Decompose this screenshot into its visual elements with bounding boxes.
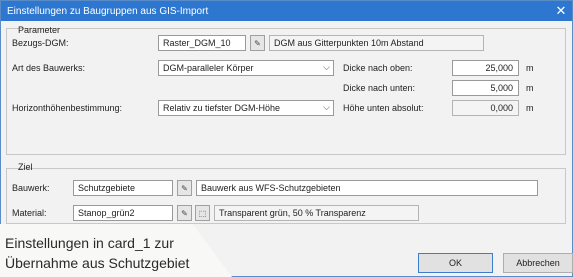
- horizont-label: Horizonthöhenbestimmung:: [12, 103, 123, 113]
- hoehe-unit: m: [526, 103, 534, 113]
- chevron-down-icon: ⌵: [323, 62, 330, 72]
- hoehe-label: Höhe unten absolut:: [343, 103, 424, 113]
- material-preview-button[interactable]: ⬚: [195, 205, 210, 221]
- bezugs-dgm-label: Bezugs-DGM:: [12, 38, 69, 48]
- horizont-select-value: Relativ zu tiefster DGM-Höhe: [163, 103, 281, 113]
- pick-icon: ✎: [181, 208, 188, 218]
- ziel-group-label: Ziel: [18, 162, 33, 172]
- pick-dgm-button[interactable]: ✎: [250, 35, 265, 51]
- material-label: Material:: [12, 208, 47, 218]
- caption-overlay: Einstellungen in card_1 zur Übernahme au…: [0, 224, 232, 277]
- caption-line-1: Einstellungen in card_1 zur: [5, 235, 174, 251]
- parameter-group-label: Parameter: [18, 25, 61, 35]
- bezugs-dgm-field[interactable]: Raster_DGM_10: [158, 35, 246, 51]
- bezugs-dgm-description: DGM aus Gitterpunkten 10m Abstand: [269, 35, 484, 51]
- dicke-unten-field[interactable]: 5,000: [452, 80, 519, 96]
- art-select-value: DGM-paralleler Körper: [163, 63, 254, 73]
- dicke-oben-label: Dicke nach oben:: [343, 63, 413, 73]
- pick-bauwerk-button[interactable]: ✎: [177, 180, 192, 196]
- horizont-select[interactable]: Relativ zu tiefster DGM-Höhe ⌵: [158, 100, 334, 116]
- bauwerk-label: Bauwerk:: [12, 183, 50, 193]
- material-field[interactable]: Stanop_grün2: [73, 205, 173, 221]
- material-swatch-icon: ⬚: [198, 208, 207, 218]
- ok-button[interactable]: OK: [418, 253, 493, 273]
- dicke-unten-unit: m: [526, 83, 534, 93]
- dialog-title: Einstellungen zu Baugruppen aus GIS-Impo…: [7, 5, 209, 17]
- dicke-oben-field[interactable]: 25,000: [452, 60, 519, 76]
- bauwerk-field[interactable]: Schutzgebiete: [73, 180, 173, 196]
- pick-material-button[interactable]: ✎: [177, 205, 192, 221]
- art-label: Art des Bauwerks:: [12, 63, 86, 73]
- art-select[interactable]: DGM-paralleler Körper ⌵: [158, 60, 334, 76]
- caption-line-2: Übernahme aus Schutzgebiet: [5, 255, 190, 271]
- chevron-down-icon: ⌵: [323, 102, 330, 112]
- dicke-oben-unit: m: [526, 63, 534, 73]
- dicke-unten-label: Dicke nach unten:: [343, 83, 416, 93]
- pick-icon: ✎: [181, 183, 188, 193]
- close-icon[interactable]: ✕: [550, 1, 572, 21]
- hoehe-field: 0,000: [452, 100, 519, 116]
- bauwerk-description[interactable]: Bauwerk aus WFS-Schutzgebieten: [196, 180, 538, 196]
- cancel-button[interactable]: Abbrechen: [503, 253, 573, 273]
- pick-icon: ✎: [254, 38, 261, 48]
- title-bar: Einstellungen zu Baugruppen aus GIS-Impo…: [1, 1, 572, 21]
- material-description: Transparent grün, 50 % Transparenz: [214, 205, 419, 221]
